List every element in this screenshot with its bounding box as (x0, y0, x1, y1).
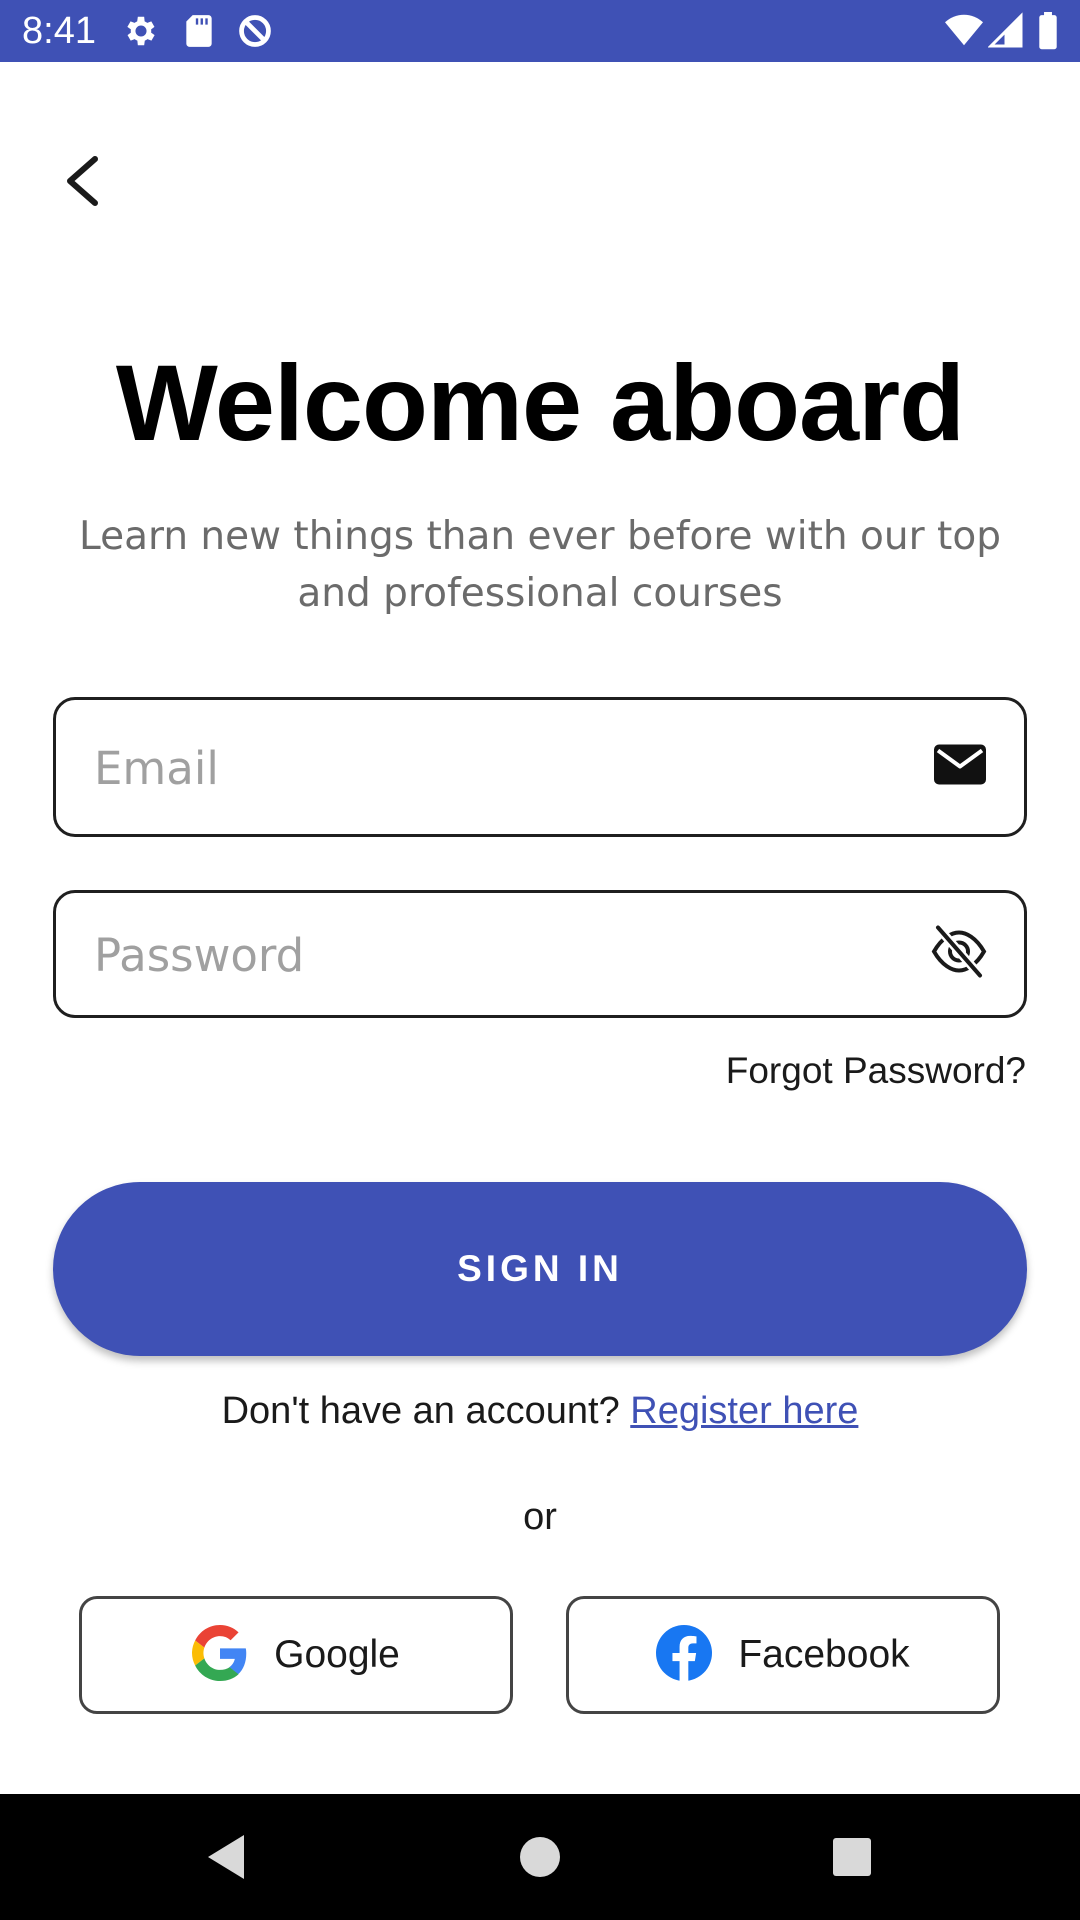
sign-in-button[interactable]: SIGN IN (53, 1182, 1027, 1356)
navigation-bar (0, 1794, 1080, 1920)
eye-off-icon[interactable] (930, 924, 988, 985)
page-subtitle: Learn new things than ever before with o… (79, 514, 1001, 616)
forgot-password-link[interactable]: Forgot Password? (726, 1050, 1026, 1092)
register-prompt: Don't have an account? (221, 1390, 620, 1432)
back-button[interactable] (50, 145, 110, 215)
facebook-label: Facebook (738, 1633, 910, 1676)
gear-icon (122, 12, 160, 50)
home-circle-icon[interactable] (512, 1829, 568, 1885)
status-time: 8:41 (22, 10, 96, 52)
email-field[interactable] (53, 697, 1027, 837)
sd-card-icon (180, 12, 218, 50)
data-saver-icon (236, 12, 274, 50)
password-input[interactable] (92, 893, 916, 1017)
battery-icon (1036, 12, 1074, 50)
mail-icon (932, 743, 988, 792)
google-icon (192, 1624, 248, 1686)
back-triangle-icon[interactable] (200, 1829, 256, 1885)
recents-square-icon[interactable] (824, 1829, 880, 1885)
facebook-sign-in-button[interactable]: Facebook (566, 1596, 1000, 1714)
chevron-left-icon (50, 156, 110, 219)
or-divider-label: or (523, 1496, 557, 1538)
register-link[interactable]: Register here (630, 1390, 858, 1432)
signal-icon (987, 12, 1026, 50)
page-title: Welcome aboard (115, 342, 965, 463)
google-label: Google (274, 1633, 400, 1676)
status-bar: 8:41 (0, 0, 1080, 62)
password-field[interactable] (53, 890, 1027, 1018)
register-line: Don't have an account? Register here (0, 1390, 1080, 1433)
email-input[interactable] (92, 700, 916, 836)
facebook-icon (656, 1624, 713, 1686)
wifi-icon (944, 12, 983, 50)
google-sign-in-button[interactable]: Google (79, 1596, 513, 1714)
